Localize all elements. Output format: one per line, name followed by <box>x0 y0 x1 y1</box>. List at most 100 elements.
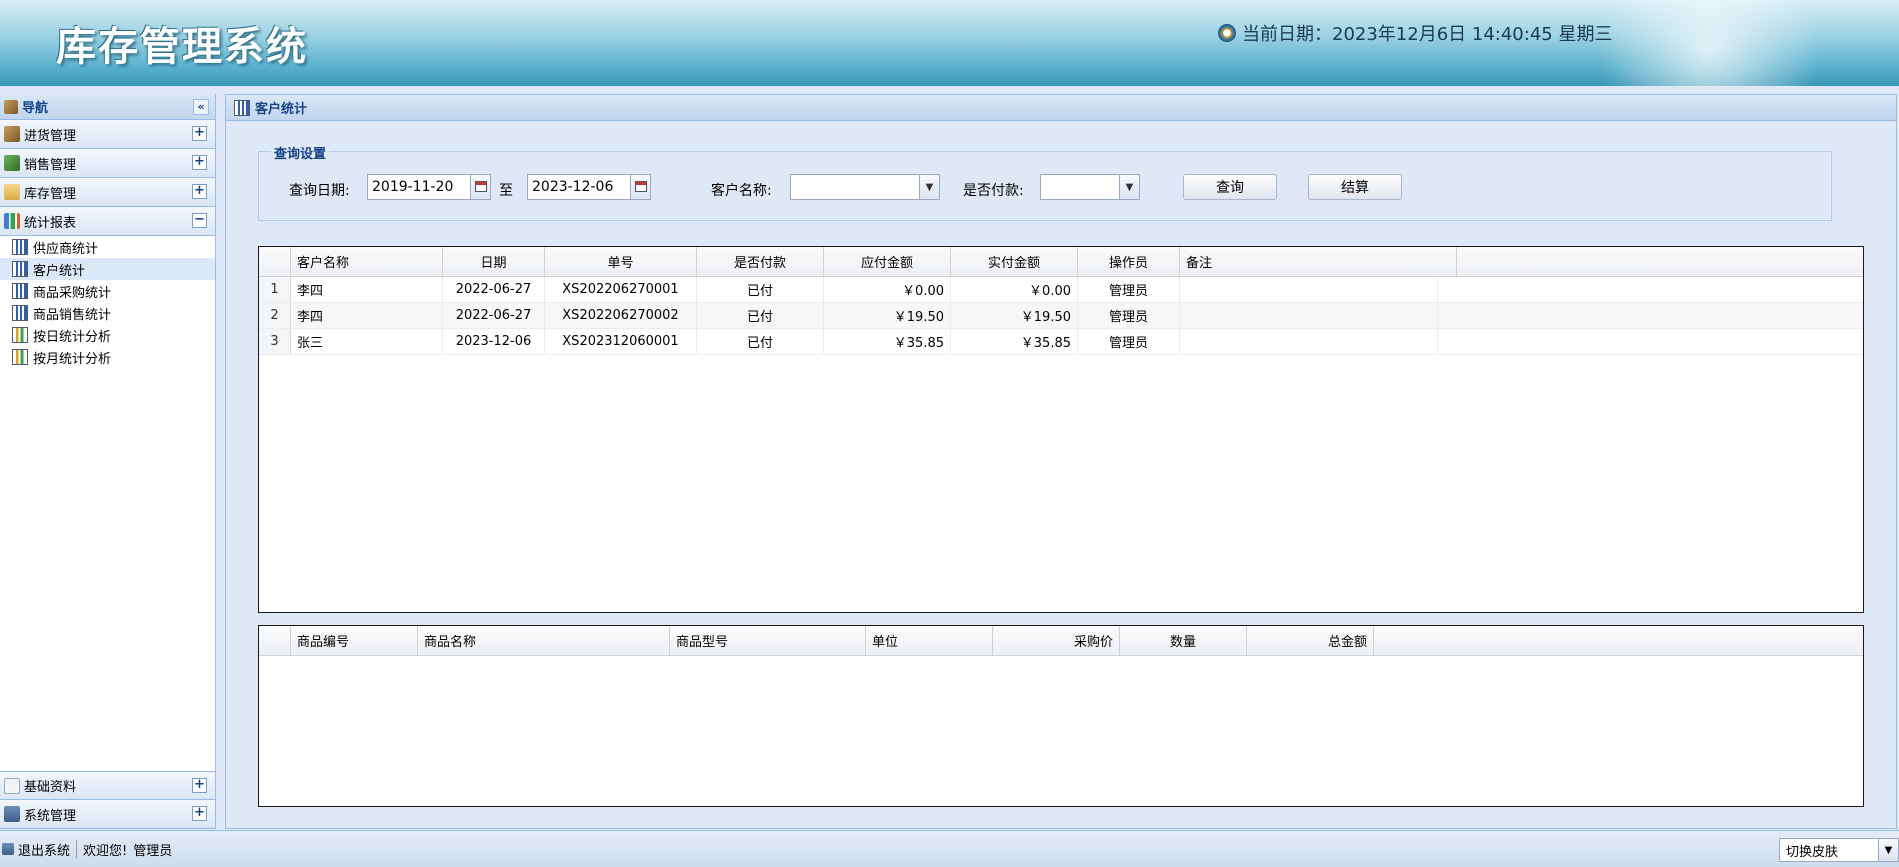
order-details-grid: 商品编号 商品名称 商品型号 单位 采购价 数量 总金额 <box>258 625 1864 807</box>
section-label: 系统管理 <box>24 808 77 824</box>
cell-date: 2022-06-27 <box>443 277 545 302</box>
orders-grid: 客户名称 日期 单号 是否付款 应付金额 实付金额 操作员 备注 1 李四 20… <box>258 246 1864 613</box>
sidebar-section-purchase[interactable]: 进货管理 + <box>0 120 215 149</box>
column-header[interactable]: 商品型号 <box>670 626 866 655</box>
column-header[interactable]: 应付金额 <box>824 247 951 276</box>
column-header[interactable]: 单位 <box>866 626 993 655</box>
skin-switcher[interactable]: 切换皮肤 ▼ <box>1779 838 1899 862</box>
expand-icon[interactable]: + <box>192 778 207 793</box>
cell-paid: 已付 <box>697 329 824 354</box>
collapse-icon[interactable]: − <box>192 213 207 228</box>
sidebar-title: 导航 <box>22 101 49 116</box>
column-header[interactable]: 实付金额 <box>951 247 1078 276</box>
customer-name-label: 客户名称: <box>711 183 772 199</box>
column-header[interactable]: 备注 <box>1180 247 1457 276</box>
end-date-picker-button[interactable] <box>630 175 650 199</box>
column-header[interactable]: 客户名称 <box>291 247 443 276</box>
cell-order-no: XS202206270001 <box>545 277 697 302</box>
row-number-header <box>259 247 291 276</box>
tree-item-supplier-stats[interactable]: 供应商统计 <box>0 236 215 258</box>
logout-link[interactable]: 退出系统 <box>18 840 70 859</box>
sidebar-header: 导航 « <box>0 94 215 120</box>
column-header[interactable]: 总金额 <box>1247 626 1374 655</box>
chevron-down-icon[interactable]: ▼ <box>1878 839 1898 861</box>
end-date-input[interactable]: 2023-12-06 <box>527 174 651 200</box>
paid-status-select[interactable]: ▼ <box>1040 174 1140 200</box>
sidebar-section-reports[interactable]: 统计报表 − <box>0 207 215 236</box>
tree-item-label: 按日统计分析 <box>33 329 112 345</box>
cell-date: 2023-12-06 <box>443 329 545 354</box>
expand-icon[interactable]: + <box>192 126 207 141</box>
status-bar: 退出系统 欢迎您! 管理员 切换皮肤 ▼ <box>0 830 1899 867</box>
cell-operator: 管理员 <box>1078 277 1180 302</box>
bar-chart-icon <box>12 305 28 321</box>
section-label: 基础资料 <box>24 780 77 795</box>
query-date-label: 查询日期: <box>289 183 350 199</box>
row-number-header <box>259 626 291 655</box>
sidebar-section-system[interactable]: 系统管理 + <box>0 800 215 829</box>
welcome-text: 欢迎您! <box>83 843 128 859</box>
table-row[interactable]: 3 张三 2023-12-06 XS202312060001 已付 ￥35.85… <box>259 329 1863 355</box>
column-header[interactable]: 单号 <box>545 247 697 276</box>
bar-chart-icon <box>12 239 28 255</box>
sidebar-section-basic-data[interactable]: 基础资料 + <box>0 771 215 800</box>
tree-item-monthly-analysis[interactable]: 按月统计分析 <box>0 346 215 368</box>
logout-icon <box>2 843 14 855</box>
customer-name-select[interactable]: ▼ <box>790 174 940 200</box>
cell-due: ￥35.85 <box>824 329 951 354</box>
paid-status-label: 是否付款: <box>963 183 1024 199</box>
expand-icon[interactable]: + <box>192 155 207 170</box>
cell-due: ￥0.00 <box>824 277 951 302</box>
query-button[interactable]: 查询 <box>1183 174 1277 200</box>
expand-icon[interactable]: + <box>192 806 207 821</box>
to-label: 至 <box>499 183 513 199</box>
current-date: 当前日期：2023年12月6日 14:40:45 星期三 <box>1218 20 1612 46</box>
start-date-picker-button[interactable] <box>470 175 490 199</box>
app-header: 库存管理系统 当前日期：2023年12月6日 14:40:45 星期三 <box>0 0 1899 86</box>
column-header[interactable]: 采购价 <box>993 626 1120 655</box>
column-header[interactable]: 商品名称 <box>418 626 670 655</box>
expand-icon[interactable]: + <box>192 184 207 199</box>
tree-item-label: 按月统计分析 <box>33 351 112 367</box>
column-header[interactable]: 日期 <box>443 247 545 276</box>
bar-chart-icon <box>12 261 28 277</box>
table-row[interactable]: 1 李四 2022-06-27 XS202206270001 已付 ￥0.00 … <box>259 277 1863 303</box>
column-header[interactable]: 操作员 <box>1078 247 1180 276</box>
cell-customer: 李四 <box>291 303 443 328</box>
tree-item-daily-analysis[interactable]: 按日统计分析 <box>0 324 215 346</box>
chevron-down-icon[interactable]: ▼ <box>919 175 939 199</box>
report-chart-icon <box>12 349 28 365</box>
query-settings-legend: 查询设置 <box>271 143 330 162</box>
tree-item-label: 商品采购统计 <box>33 285 112 301</box>
collapse-sidebar-button[interactable]: « <box>193 99 209 115</box>
section-label: 库存管理 <box>24 186 77 202</box>
report-chart-icon <box>12 327 28 343</box>
column-header[interactable]: 商品编号 <box>291 626 418 655</box>
table-row[interactable]: 2 李四 2022-06-27 XS202206270002 已付 ￥19.50… <box>259 303 1863 329</box>
orders-grid-header: 客户名称 日期 单号 是否付款 应付金额 实付金额 操作员 备注 <box>259 247 1863 277</box>
chevron-down-icon[interactable]: ▼ <box>1119 175 1139 199</box>
start-date-input[interactable]: 2019-11-20 <box>367 174 491 200</box>
details-grid-header: 商品编号 商品名称 商品型号 单位 采购价 数量 总金额 <box>259 626 1863 656</box>
cell-order-no: XS202206270002 <box>545 303 697 328</box>
settle-button[interactable]: 结算 <box>1308 174 1402 200</box>
column-header[interactable]: 数量 <box>1120 626 1247 655</box>
cell-customer: 张三 <box>291 329 443 354</box>
app-title: 库存管理系统 <box>56 24 308 70</box>
bar-chart-icon <box>234 99 250 116</box>
cell-paid: 已付 <box>697 277 824 302</box>
sidebar-section-sales[interactable]: 销售管理 + <box>0 149 215 178</box>
tree-item-purchase-stats[interactable]: 商品采购统计 <box>0 280 215 302</box>
tree-item-customer-stats[interactable]: 客户统计 <box>0 258 215 280</box>
column-header[interactable]: 是否付款 <box>697 247 824 276</box>
cell-order-no: XS202312060001 <box>545 329 697 354</box>
main-panel-header: 客户统计 <box>226 95 1896 121</box>
query-settings: 查询设置 查询日期: 2019-11-20 至 2023-12-06 客户名称:… <box>258 143 1832 221</box>
clock-icon <box>1218 24 1236 42</box>
tree-item-sales-stats[interactable]: 商品销售统计 <box>0 302 215 324</box>
sidebar-bottom-sections: 基础资料 + 系统管理 + <box>0 771 215 829</box>
cell-note <box>1180 303 1438 328</box>
sidebar-section-inventory[interactable]: 库存管理 + <box>0 178 215 207</box>
monitor-icon <box>4 806 20 822</box>
cell-operator: 管理员 <box>1078 303 1180 328</box>
